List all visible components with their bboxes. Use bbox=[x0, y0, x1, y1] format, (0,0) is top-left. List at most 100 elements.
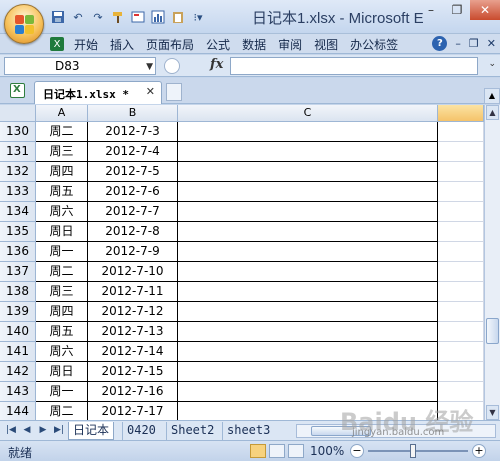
cell-note[interactable] bbox=[178, 382, 438, 402]
customize-icon[interactable]: ⁝▾ bbox=[190, 9, 206, 25]
cell-empty[interactable] bbox=[438, 282, 484, 302]
row-header[interactable]: 142 bbox=[0, 362, 36, 382]
page-break-view-icon[interactable] bbox=[288, 444, 304, 458]
tab-insert[interactable]: 插入 bbox=[104, 36, 140, 53]
cell-weekday[interactable]: 周日 bbox=[36, 362, 88, 382]
cell-empty[interactable] bbox=[438, 322, 484, 342]
tab-data[interactable]: 数据 bbox=[236, 36, 272, 53]
cell-empty[interactable] bbox=[438, 122, 484, 142]
cell-weekday[interactable]: 周二 bbox=[36, 262, 88, 282]
tab-page-layout[interactable]: 页面布局 bbox=[140, 36, 200, 53]
cell-empty[interactable] bbox=[438, 162, 484, 182]
maximize-button[interactable]: ❐ bbox=[444, 0, 470, 20]
close-tab-icon[interactable]: ✕ bbox=[146, 85, 155, 98]
format-painter-icon[interactable] bbox=[110, 9, 126, 25]
cell-empty[interactable] bbox=[438, 362, 484, 382]
insert-function-button[interactable]: fx bbox=[210, 57, 223, 72]
cell-empty[interactable] bbox=[438, 262, 484, 282]
zoom-in-button[interactable]: + bbox=[472, 444, 486, 458]
close-button[interactable]: ✕ bbox=[470, 0, 500, 20]
cell-empty[interactable] bbox=[438, 182, 484, 202]
row-header[interactable]: 131 bbox=[0, 142, 36, 162]
normal-view-icon[interactable] bbox=[250, 444, 266, 458]
zoom-level[interactable]: 100% bbox=[310, 444, 344, 458]
cell-weekday[interactable]: 周六 bbox=[36, 342, 88, 362]
cell-empty[interactable] bbox=[438, 242, 484, 262]
ribbon-restore-button[interactable]: ❐ bbox=[469, 37, 479, 50]
tab-view[interactable]: 视图 bbox=[308, 36, 344, 53]
cell-empty[interactable] bbox=[438, 142, 484, 162]
cell-date[interactable]: 2012-7-13 bbox=[88, 322, 178, 342]
zoom-slider-track[interactable] bbox=[368, 450, 468, 452]
sheet-tab-diary[interactable]: 日记本 bbox=[68, 422, 115, 440]
cell-note[interactable] bbox=[178, 182, 438, 202]
row-header[interactable]: 138 bbox=[0, 282, 36, 302]
cell-empty[interactable] bbox=[438, 302, 484, 322]
sheet-tab-sheet3[interactable]: sheet3 bbox=[222, 422, 274, 440]
prev-sheet-icon[interactable]: ◀ bbox=[20, 424, 34, 438]
cell-weekday[interactable]: 周五 bbox=[36, 322, 88, 342]
new-tab-button[interactable] bbox=[166, 83, 182, 101]
vertical-scrollbar[interactable]: ▲ ▼ bbox=[484, 105, 500, 420]
cell-date[interactable]: 2012-7-9 bbox=[88, 242, 178, 262]
undo-icon[interactable]: ↶ bbox=[70, 9, 86, 25]
first-sheet-icon[interactable]: |◀ bbox=[4, 424, 18, 438]
column-header-a[interactable]: A bbox=[36, 105, 88, 122]
page-layout-view-icon[interactable] bbox=[269, 444, 285, 458]
tab-review[interactable]: 审阅 bbox=[272, 36, 308, 53]
zoom-slider-thumb[interactable] bbox=[410, 444, 416, 458]
cell-note[interactable] bbox=[178, 142, 438, 162]
cell-note[interactable] bbox=[178, 342, 438, 362]
sheet-tab-sheet2[interactable]: Sheet2 bbox=[166, 422, 218, 440]
save-icon[interactable] bbox=[50, 9, 66, 25]
cell-date[interactable]: 2012-7-14 bbox=[88, 342, 178, 362]
cell-weekday[interactable]: 周四 bbox=[36, 162, 88, 182]
ribbon-close-button[interactable]: ✕ bbox=[487, 37, 496, 50]
cell-date[interactable]: 2012-7-4 bbox=[88, 142, 178, 162]
cell-date[interactable]: 2012-7-10 bbox=[88, 262, 178, 282]
cell-note[interactable] bbox=[178, 242, 438, 262]
column-header-c[interactable]: C bbox=[178, 105, 438, 122]
cell-note[interactable] bbox=[178, 122, 438, 142]
cell-empty[interactable] bbox=[438, 222, 484, 242]
cell-note[interactable] bbox=[178, 302, 438, 322]
row-header[interactable]: 140 bbox=[0, 322, 36, 342]
cell-note[interactable] bbox=[178, 322, 438, 342]
cell-empty[interactable] bbox=[438, 382, 484, 402]
cell-date[interactable]: 2012-7-3 bbox=[88, 122, 178, 142]
last-sheet-icon[interactable]: ▶| bbox=[52, 424, 66, 438]
row-header[interactable]: 139 bbox=[0, 302, 36, 322]
cell-note[interactable] bbox=[178, 362, 438, 382]
row-header[interactable]: 132 bbox=[0, 162, 36, 182]
cell-note[interactable] bbox=[178, 222, 438, 242]
tab-formulas[interactable]: 公式 bbox=[200, 36, 236, 53]
document-tab[interactable]: 日记本1.xlsx * ✕ bbox=[34, 81, 162, 104]
column-header-b[interactable]: B bbox=[88, 105, 178, 122]
cell-weekday[interactable]: 周三 bbox=[36, 142, 88, 162]
cell-note[interactable] bbox=[178, 162, 438, 182]
cell-date[interactable]: 2012-7-7 bbox=[88, 202, 178, 222]
cell-empty[interactable] bbox=[438, 342, 484, 362]
select-all-corner[interactable] bbox=[0, 105, 36, 122]
scroll-down-icon[interactable]: ▼ bbox=[486, 405, 499, 420]
formula-input[interactable] bbox=[230, 57, 478, 75]
cell-date[interactable]: 2012-7-6 bbox=[88, 182, 178, 202]
sheet-tab-0420[interactable]: 0420 bbox=[122, 422, 160, 440]
office-button[interactable] bbox=[4, 4, 44, 44]
cell-note[interactable] bbox=[178, 282, 438, 302]
cell-empty[interactable] bbox=[438, 202, 484, 222]
expand-formula-icon[interactable]: ⌄ bbox=[488, 59, 496, 69]
name-box[interactable]: D83 ▼ bbox=[4, 57, 156, 75]
tab-office-tab[interactable]: 办公标签 bbox=[344, 36, 404, 53]
row-header[interactable]: 144 bbox=[0, 402, 36, 420]
redo-icon[interactable]: ↷ bbox=[90, 9, 106, 25]
scroll-up-icon[interactable]: ▲ bbox=[486, 105, 499, 120]
help-icon[interactable]: ? bbox=[432, 36, 448, 51]
row-header[interactable]: 141 bbox=[0, 342, 36, 362]
cell-date[interactable]: 2012-7-8 bbox=[88, 222, 178, 242]
cell-note[interactable] bbox=[178, 262, 438, 282]
next-sheet-icon[interactable]: ▶ bbox=[36, 424, 50, 438]
row-header[interactable]: 137 bbox=[0, 262, 36, 282]
scroll-thumb[interactable] bbox=[486, 318, 499, 344]
row-header[interactable]: 143 bbox=[0, 382, 36, 402]
